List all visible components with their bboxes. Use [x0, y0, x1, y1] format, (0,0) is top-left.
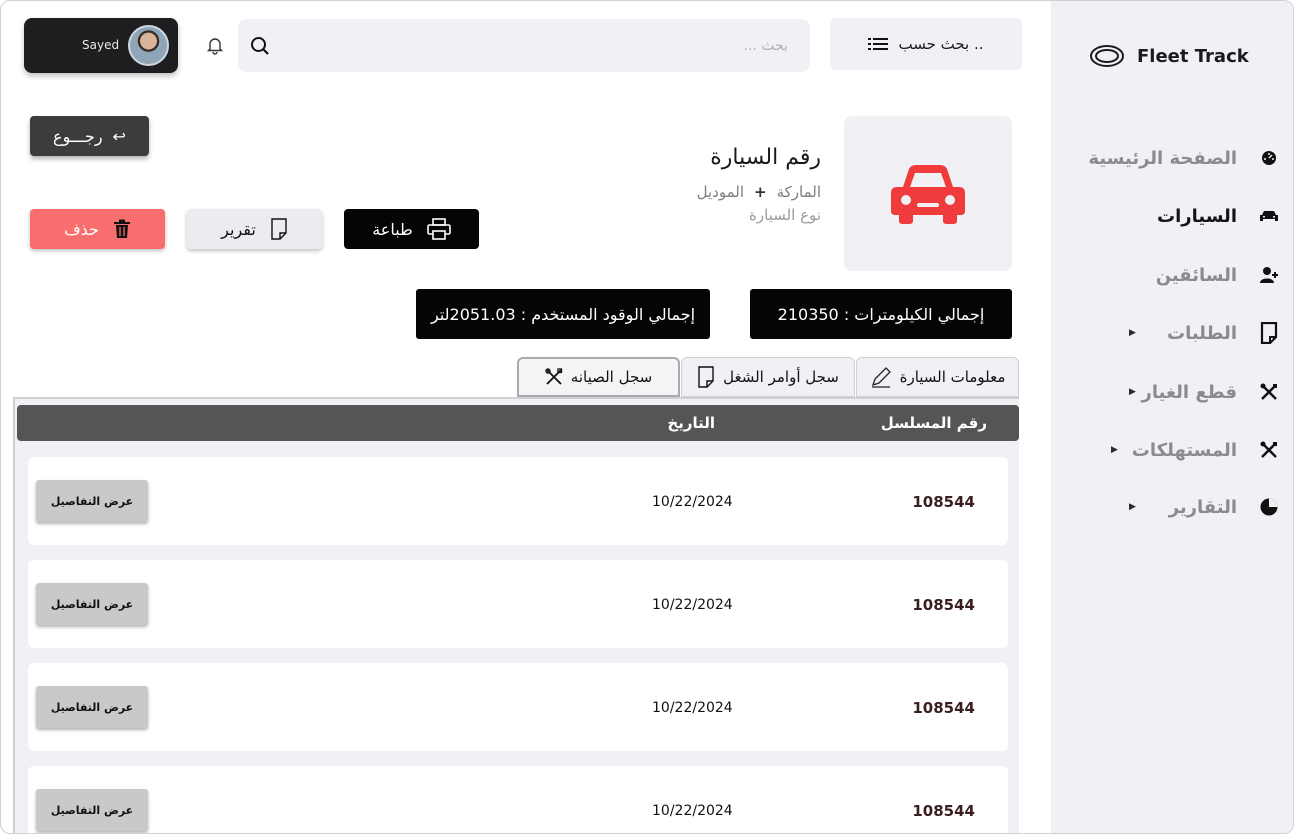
brand-logo[interactable]: Fleet Track — [1089, 43, 1249, 69]
maintenance-table: رقم المسلسل التاريخ 108544 10/22/2024 عر… — [13, 397, 1019, 833]
car-icon — [891, 164, 965, 224]
row-serial: 108544 — [912, 596, 975, 614]
caret-icon: ▶ — [1129, 328, 1136, 338]
tools-icon — [1259, 382, 1279, 402]
search-bar — [238, 19, 810, 72]
back-label: رجـــوع — [53, 126, 103, 146]
filter-label: بحث حسب .. — [898, 35, 984, 53]
view-details-button[interactable]: عرض التفاصيل — [36, 583, 148, 625]
sidebar-item-consumables[interactable]: ▶ المستهلكات — [1051, 430, 1293, 470]
print-label: طباعة — [372, 219, 413, 239]
vehicle-image — [844, 116, 1012, 271]
caret-icon: ▶ — [1129, 502, 1136, 512]
document-icon — [1259, 322, 1279, 344]
app-window: Fleet Track الصفحة الرئيسية السيارات الس… — [0, 0, 1294, 834]
caret-icon: ▶ — [1111, 445, 1118, 455]
table-row: 108544 10/22/2024 عرض التفاصيل — [28, 766, 1008, 833]
delete-button[interactable]: حذف — [30, 209, 165, 249]
table-row: 108544 10/22/2024 عرض التفاصيل — [28, 457, 1008, 545]
delete-label: حذف — [64, 219, 99, 239]
search-input[interactable] — [288, 31, 788, 61]
printer-icon — [426, 218, 451, 240]
sidebar-item-spare-parts[interactable]: ▶ قطع الغيار — [1051, 372, 1293, 412]
tab-vehicle-info[interactable]: معلومات السيارة — [856, 357, 1019, 397]
pie-chart-icon — [1259, 497, 1279, 517]
avatar — [128, 25, 169, 66]
tools-icon — [1259, 440, 1279, 460]
table-row: 108544 10/22/2024 عرض التفاصيل — [28, 560, 1008, 648]
row-serial: 108544 — [912, 802, 975, 820]
report-label: تقرير — [221, 219, 256, 239]
row-date: 10/22/2024 — [652, 803, 733, 819]
pencil-icon — [871, 367, 891, 388]
row-serial: 108544 — [912, 699, 975, 717]
sidebar-item-cars[interactable]: السيارات — [1051, 196, 1293, 236]
view-details-button[interactable]: عرض التفاصيل — [36, 789, 148, 831]
vehicle-brand-model: الماركة + الموديل — [697, 183, 821, 201]
sidebar-item-drivers[interactable]: السائقين — [1051, 255, 1293, 295]
sidebar-item-reports[interactable]: ▶ التقارير — [1051, 487, 1293, 527]
caret-icon: ▶ — [1129, 387, 1136, 397]
back-button[interactable]: رجـــوع ↩ — [30, 116, 149, 156]
user-name: Sayed — [82, 38, 120, 52]
vehicle-type: نوع السيارة — [749, 206, 821, 224]
dashboard-icon — [1259, 148, 1279, 168]
vehicle-model: الموديل — [696, 183, 744, 201]
tab-maintenance-log[interactable]: سجل الصيانه — [517, 357, 680, 397]
vehicle-brand: الماركة — [776, 183, 821, 201]
search-filter-button[interactable]: بحث حسب .. — [830, 18, 1022, 70]
table-row: 108544 10/22/2024 عرض التفاصيل — [28, 663, 1008, 751]
sidebar-item-label: السائقين — [1155, 264, 1237, 286]
row-date: 10/22/2024 — [652, 700, 733, 716]
sidebar-item-home[interactable]: الصفحة الرئيسية — [1051, 138, 1293, 178]
row-date: 10/22/2024 — [652, 494, 733, 510]
arrow-left-icon: ↩ — [112, 126, 126, 146]
document-icon — [271, 218, 287, 240]
bell-icon[interactable] — [205, 35, 225, 55]
sidebar: Fleet Track الصفحة الرئيسية السيارات الس… — [1051, 1, 1293, 833]
tab-label: سجل أوامر الشغل — [723, 368, 839, 386]
sidebar-item-label: الطلبات — [1166, 322, 1237, 344]
car-icon — [1259, 206, 1279, 226]
report-button[interactable]: تقرير — [187, 209, 322, 249]
sidebar-item-label: قطع الغيار — [1141, 381, 1237, 403]
total-km-stat: إجمالي الكيلومترات : 210350 — [750, 289, 1012, 339]
sidebar-item-label: السيارات — [1157, 205, 1237, 227]
user-add-icon — [1259, 265, 1279, 285]
tab-work-orders[interactable]: سجل أوامر الشغل — [681, 357, 855, 397]
row-date: 10/22/2024 — [652, 597, 733, 613]
view-details-button[interactable]: عرض التفاصيل — [36, 480, 148, 522]
tab-label: معلومات السيارة — [899, 368, 1006, 386]
trash-icon — [113, 219, 130, 238]
sidebar-item-label: التقارير — [1168, 496, 1237, 518]
sidebar-item-label: الصفحة الرئيسية — [1088, 147, 1237, 169]
total-fuel-stat: إجمالي الوقود المستخدم : 2051.03لتر — [416, 289, 710, 339]
view-details-button[interactable]: عرض التفاصيل — [36, 686, 148, 728]
document-icon — [698, 366, 714, 388]
track-logo-icon — [1090, 45, 1124, 67]
sidebar-item-requests[interactable]: ▶ الطلبات — [1051, 313, 1293, 353]
table-header: رقم المسلسل التاريخ — [17, 405, 1019, 441]
plus-separator: + — [754, 183, 767, 201]
vehicle-number: رقم السيارة — [710, 145, 821, 170]
column-date: التاريخ — [667, 414, 715, 432]
row-serial: 108544 — [912, 493, 975, 511]
tools-icon — [545, 368, 562, 385]
print-button[interactable]: طباعة — [344, 209, 479, 249]
column-serial: رقم المسلسل — [880, 414, 987, 432]
sidebar-item-label: المستهلكات — [1131, 439, 1237, 461]
tab-label: سجل الصيانه — [570, 368, 653, 386]
brand-name: Fleet Track — [1137, 45, 1249, 67]
user-profile-card[interactable]: Sayed — [24, 18, 178, 73]
search-icon[interactable] — [250, 36, 270, 56]
list-icon — [868, 38, 889, 50]
